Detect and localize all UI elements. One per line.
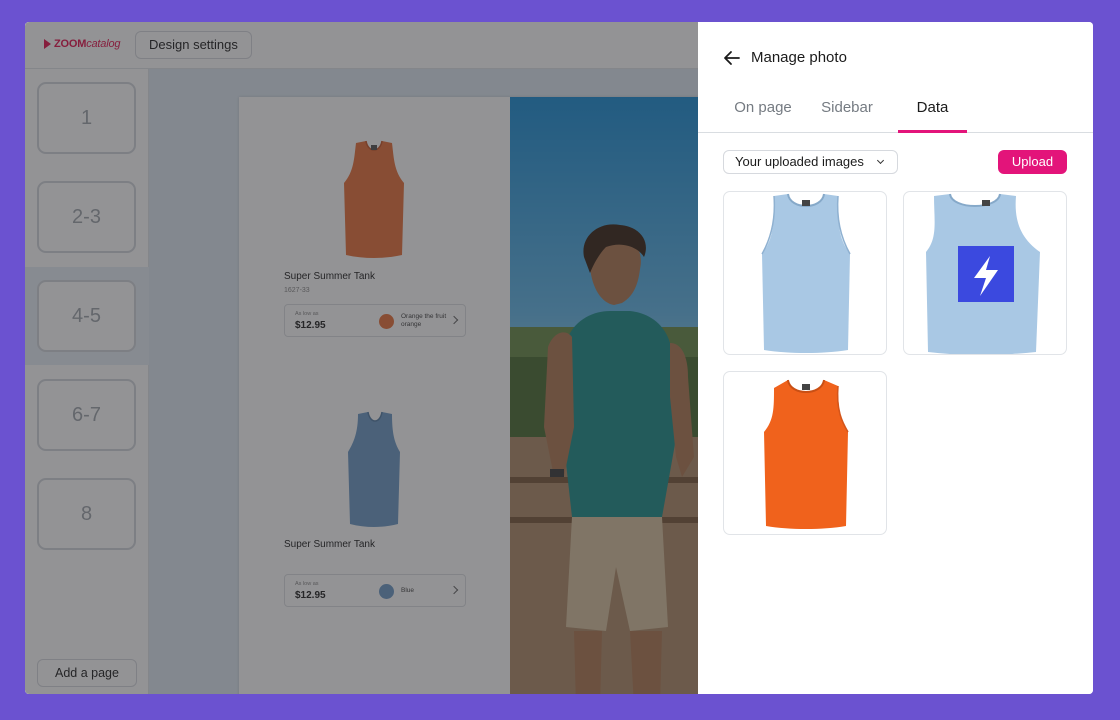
app-window: ZOOMcatalog Design settings 1 2-3 4-5 6-…	[25, 22, 1093, 694]
catalog-editor: ZOOMcatalog Design settings 1 2-3 4-5 6-…	[25, 22, 698, 694]
manage-photo-panel: Manage photo On page Sidebar Data Your u…	[698, 22, 1093, 694]
uploaded-image-tile[interactable]	[723, 191, 887, 355]
modal-backdrop[interactable]	[25, 22, 698, 694]
active-tab-indicator	[898, 130, 967, 133]
tab-sidebar[interactable]: Sidebar	[814, 88, 880, 132]
uploaded-image-tile[interactable]	[723, 371, 887, 535]
light-blue-tank-top-image	[761, 193, 851, 353]
branded-tank-top-image	[926, 193, 1040, 354]
panel-title: Manage photo	[751, 49, 847, 66]
image-source-select[interactable]: Your uploaded images	[723, 150, 898, 174]
back-arrow-icon[interactable]	[723, 49, 741, 67]
uploaded-image-tile[interactable]	[903, 191, 1067, 355]
chevron-down-icon	[876, 156, 885, 165]
image-source-select-value: Your uploaded images	[735, 154, 864, 169]
panel-tabs: On page Sidebar Data	[698, 88, 1093, 133]
orange-tank-top-image	[764, 379, 849, 529]
upload-button[interactable]: Upload	[998, 150, 1067, 174]
tab-data[interactable]: Data	[898, 88, 967, 132]
tab-on-page[interactable]: On page	[726, 88, 800, 132]
